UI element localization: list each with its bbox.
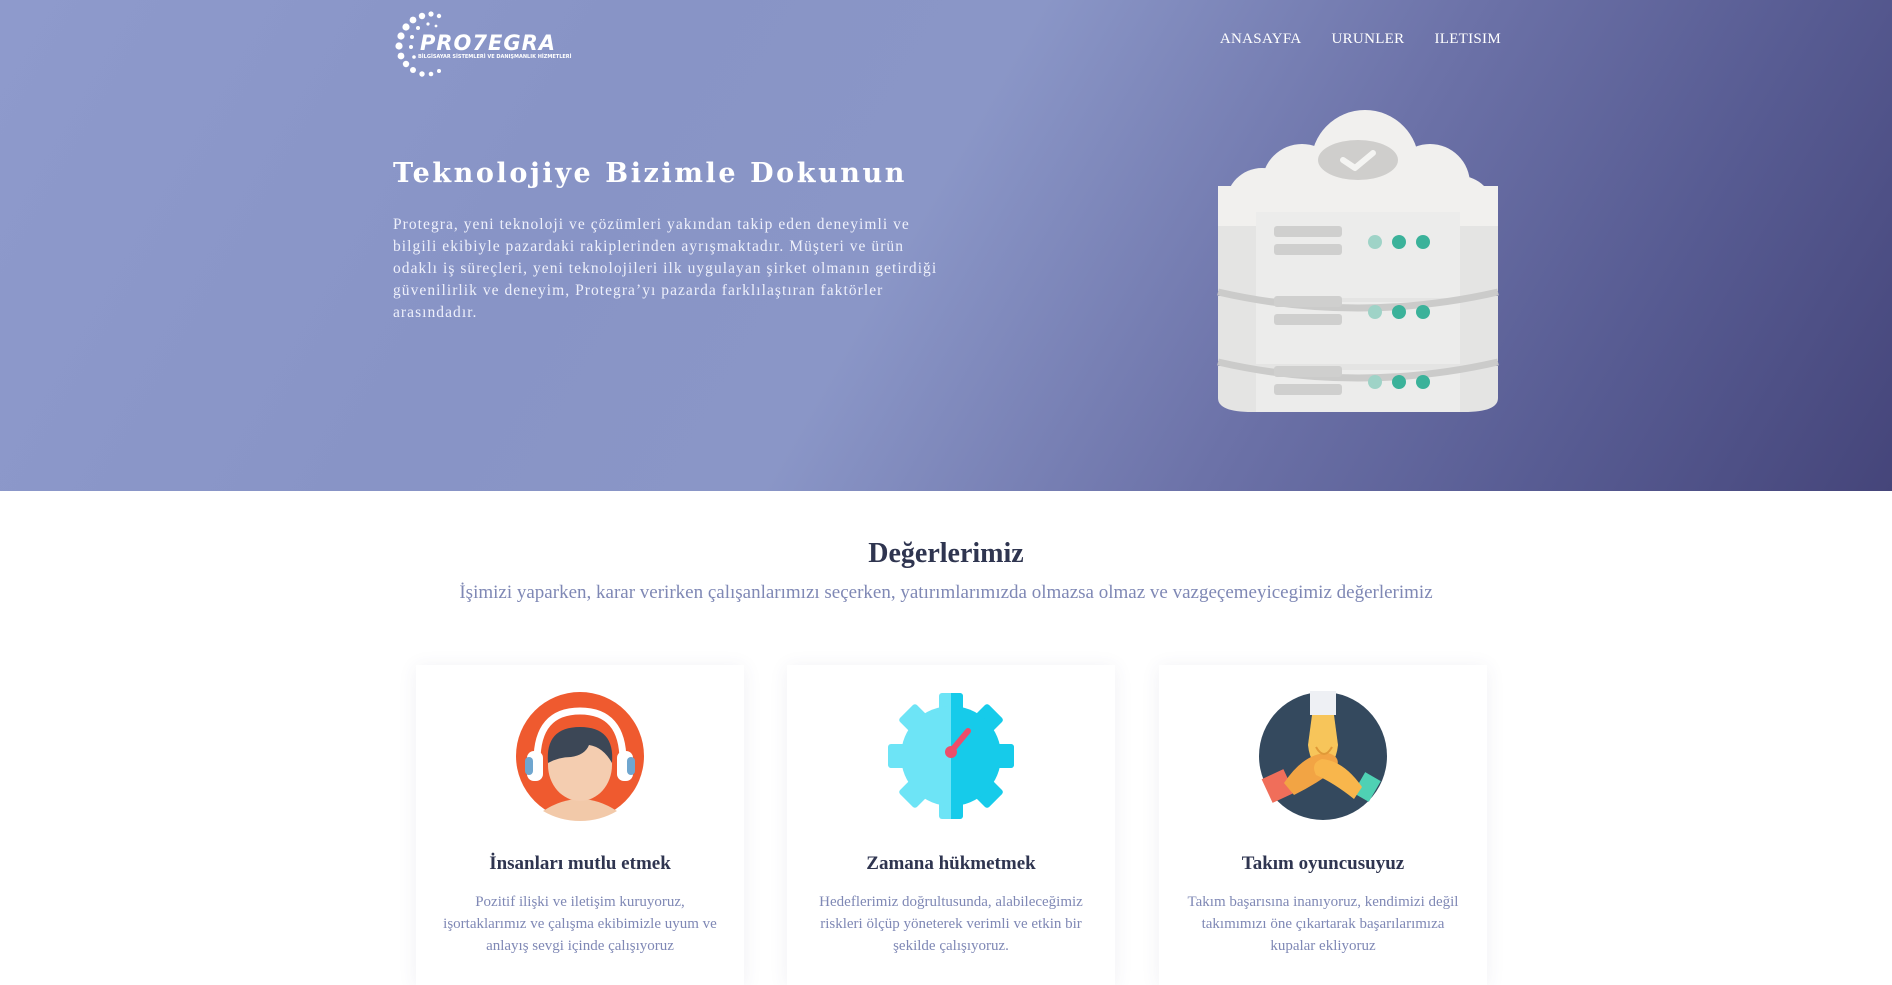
hero-section: PRO7EGRA BİLGİSAYAR SİSTEMLERİ VE DANIŞM… bbox=[0, 0, 1892, 491]
values-title: Değerlerimiz bbox=[868, 538, 1024, 569]
nav-item-urunler[interactable]: URUNLER bbox=[1332, 31, 1405, 48]
logo-wordmark: PRO7EGRA bbox=[420, 31, 556, 55]
logo-tagline: BİLGİSAYAR SİSTEMLERİ VE DANIŞMANLIK HİZ… bbox=[418, 53, 572, 60]
headset-person-icon bbox=[515, 691, 645, 821]
value-card-title: İnsanları mutlu etmek bbox=[489, 853, 671, 874]
values-subtitle: İşimizi yaparken, karar verirken çalışan… bbox=[459, 582, 1433, 603]
value-card-time: Zamana hükmetmek Hedeflerimiz doğrultusu… bbox=[787, 665, 1115, 985]
value-card-team: Takım oyuncusuyuz Takım başarısına inanı… bbox=[1159, 665, 1487, 985]
team-hands-icon bbox=[1258, 691, 1388, 821]
brand-logo[interactable]: PRO7EGRA BİLGİSAYAR SİSTEMLERİ VE DANIŞM… bbox=[392, 10, 582, 80]
value-card-text: Hedeflerimiz doğrultusunda, alabileceğim… bbox=[819, 894, 1083, 954]
cloud-server-illustration bbox=[1212, 106, 1504, 416]
nav-item-iletisim[interactable]: ILETISIM bbox=[1434, 31, 1501, 48]
value-card-title: Zamana hükmetmek bbox=[866, 853, 1036, 874]
hero-description: Protegra, yeni teknoloji ve çözümleri ya… bbox=[393, 216, 938, 321]
nav-item-anasayfa[interactable]: ANASAYFA bbox=[1220, 31, 1302, 48]
gear-gauge-icon bbox=[886, 691, 1016, 821]
cloud-server-icon bbox=[1217, 110, 1499, 412]
protegra-logo-icon: PRO7EGRA BİLGİSAYAR SİSTEMLERİ VE DANIŞM… bbox=[395, 11, 572, 77]
value-card-text: Pozitif ilişki ve iletişim kuruyoruz, iş… bbox=[443, 894, 717, 954]
main-nav: ANASAYFA URUNLER ILETISIM bbox=[1220, 31, 1501, 48]
value-card-people: İnsanları mutlu etmek Pozitif ilişki ve … bbox=[416, 665, 744, 985]
value-card-title: Takım oyuncusuyuz bbox=[1241, 853, 1405, 874]
value-card-text: Takım başarısına inanıyoruz, kendimizi d… bbox=[1187, 894, 1459, 954]
hero-title: Teknolojiye Bizimle Dokunun bbox=[393, 158, 907, 189]
